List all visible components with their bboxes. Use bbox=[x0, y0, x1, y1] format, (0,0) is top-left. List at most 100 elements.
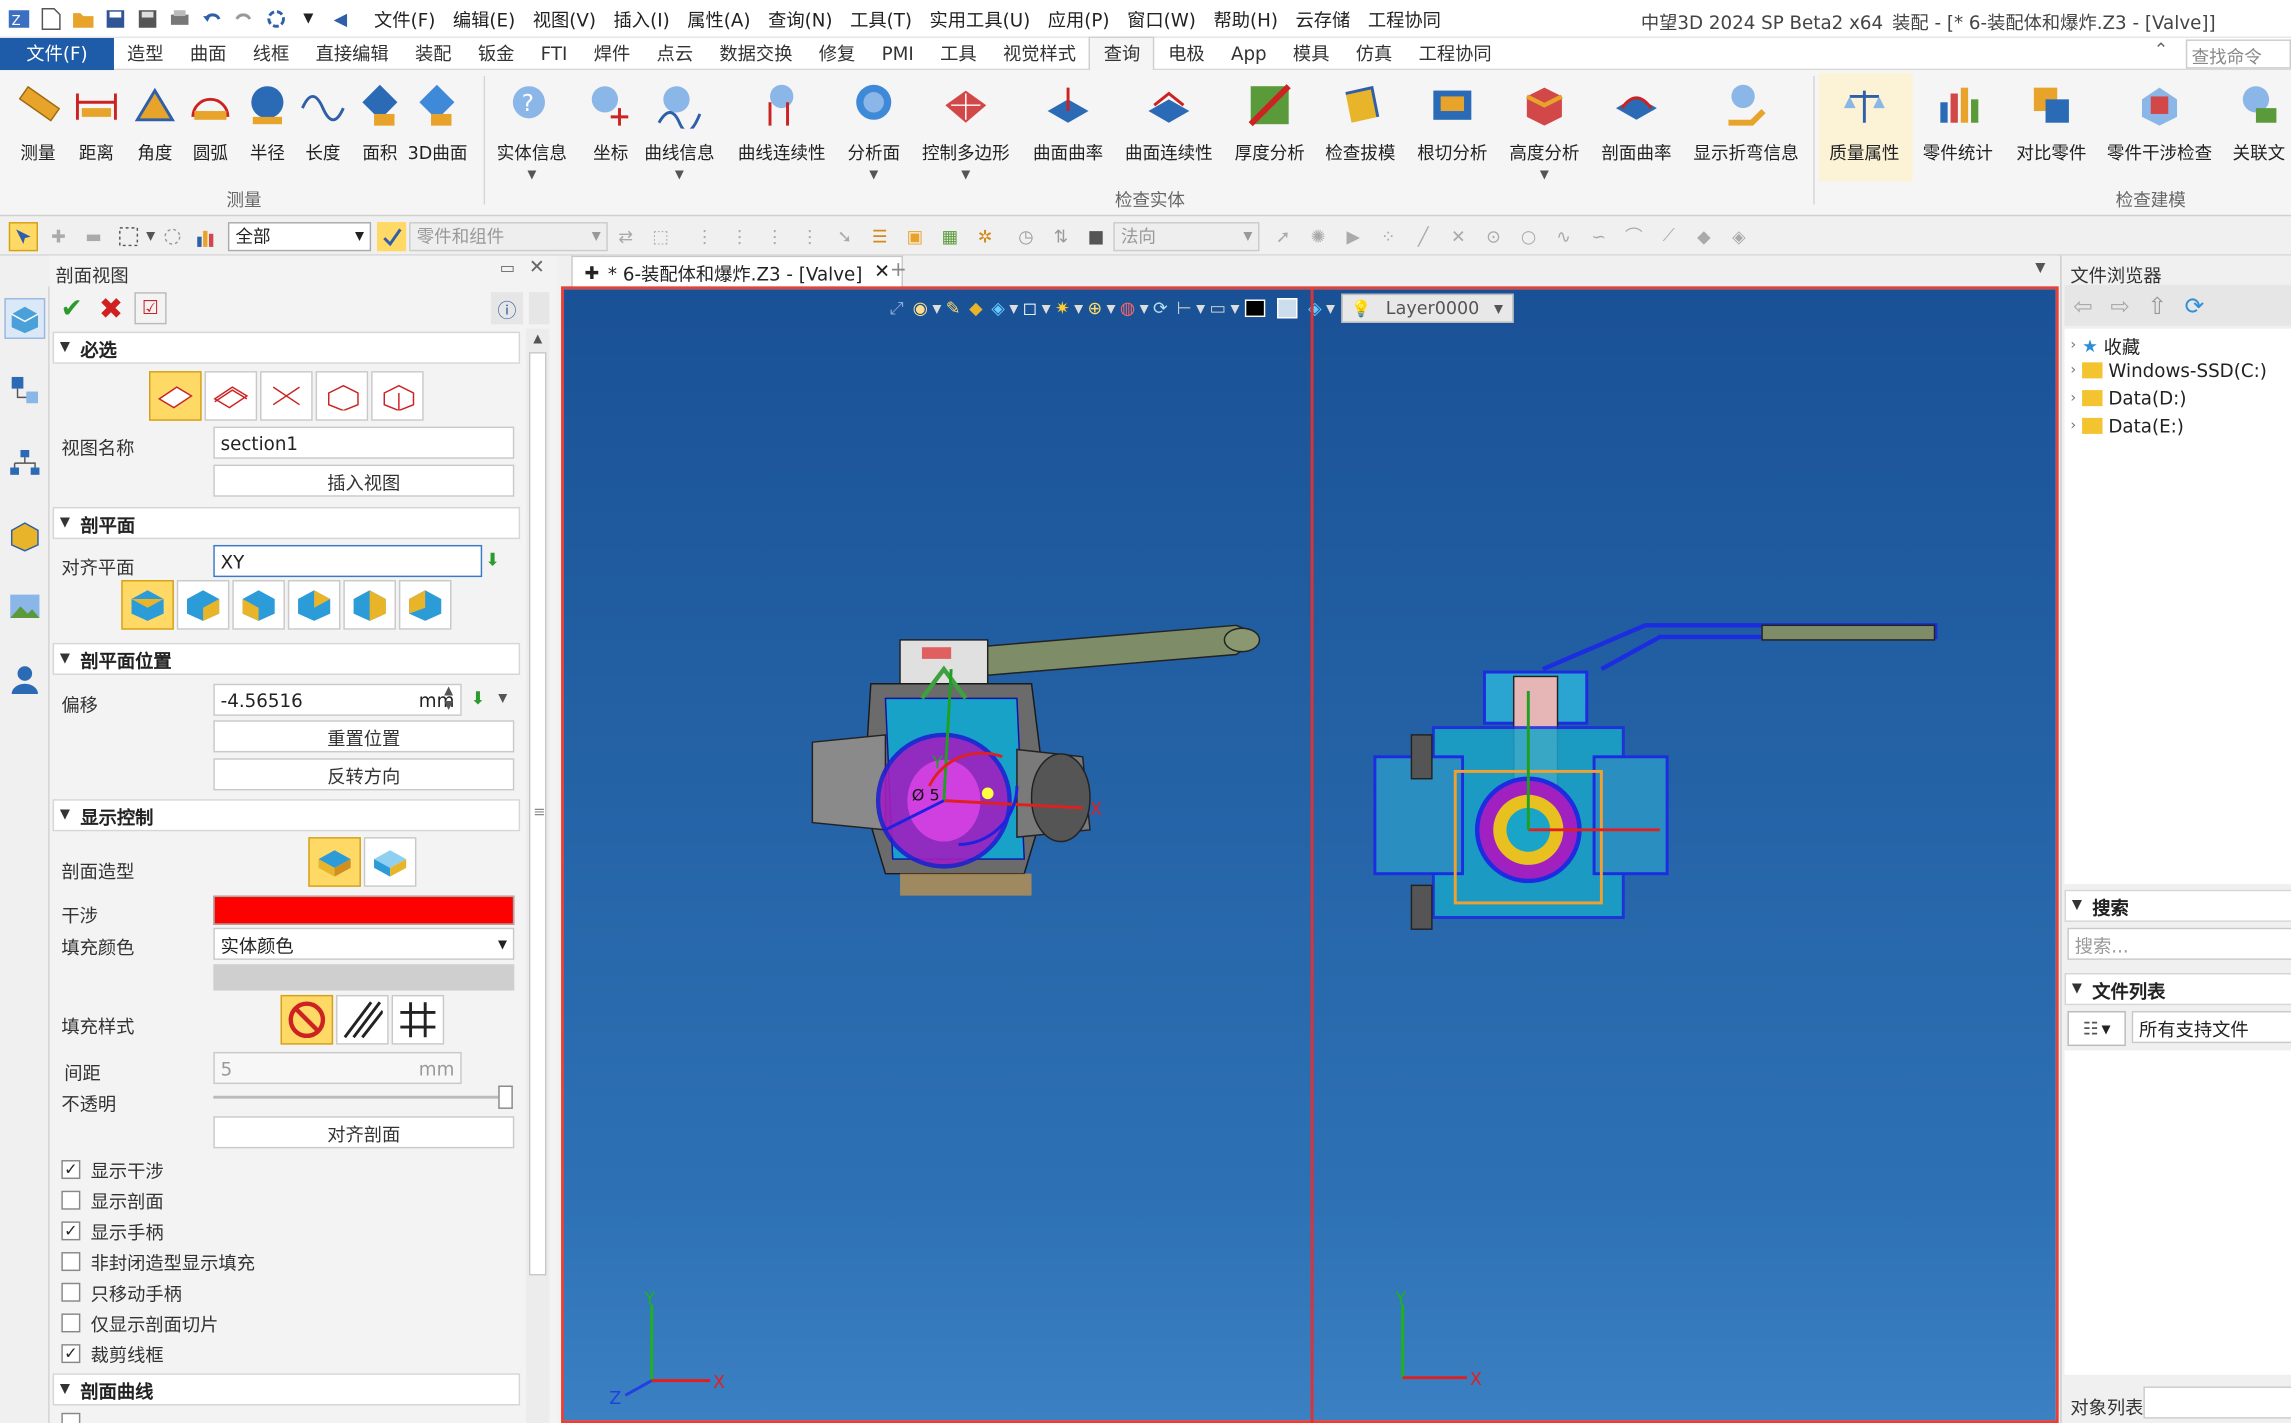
refresh-icon[interactable]: ⟳ bbox=[2185, 291, 2205, 319]
coordinate-button[interactable]: 坐标 bbox=[584, 76, 637, 199]
gear-cube-icon[interactable]: ✲ bbox=[970, 221, 999, 250]
stop-icon[interactable]: ■ bbox=[1081, 221, 1110, 250]
file-search-input[interactable]: 搜索... bbox=[2067, 927, 2291, 960]
tree-item-drive-d[interactable]: › Data(D:) bbox=[2070, 387, 2186, 409]
toolbar-icon-a[interactable]: ⇄ bbox=[611, 221, 640, 250]
offset-dropdown-icon[interactable]: ▼ bbox=[498, 691, 507, 704]
tree-item-drive-e[interactable]: › Data(E:) bbox=[2070, 415, 2184, 437]
open-file-icon[interactable] bbox=[70, 5, 96, 31]
regen-icon[interactable] bbox=[263, 5, 289, 31]
snap-icon-5[interactable]: ╱ bbox=[1409, 221, 1438, 250]
required-section-header[interactable]: 必选 bbox=[52, 331, 521, 364]
snap-icon-1[interactable]: ➚ bbox=[1268, 221, 1297, 250]
ok-button[interactable]: ✔ bbox=[56, 292, 88, 324]
plane-neg-xy-icon[interactable] bbox=[287, 580, 341, 630]
scroll-up-icon[interactable]: ▲ bbox=[533, 332, 542, 345]
section-type-box-icon[interactable] bbox=[315, 371, 369, 421]
fill-style-none-icon[interactable] bbox=[280, 994, 334, 1045]
tree-item-favorites[interactable]: › ★ 收藏 bbox=[2070, 332, 2140, 360]
section-type-cross-icon[interactable] bbox=[260, 371, 313, 421]
snap-icon-6[interactable]: ✕ bbox=[1444, 221, 1473, 250]
tab-list-icon[interactable]: ▼ bbox=[2035, 262, 2045, 277]
plane-yz-icon[interactable] bbox=[176, 580, 230, 630]
analyze-face-button[interactable]: 分析面 ▼ bbox=[847, 76, 900, 199]
snap-icon-4[interactable]: ⁘ bbox=[1374, 221, 1403, 250]
view-mode-button[interactable]: ☷ ▼ bbox=[2067, 1011, 2126, 1047]
assembly-tree-icon[interactable] bbox=[9, 374, 41, 411]
snap-icon-3[interactable]: ▶ bbox=[1339, 221, 1368, 250]
plus-icon[interactable]: ✚ bbox=[44, 221, 73, 250]
toolbar-icon-c[interactable]: ⋮ bbox=[690, 221, 719, 250]
draft-check-button[interactable]: 检查拔模 bbox=[1325, 76, 1395, 199]
mass-properties-button[interactable]: 质量属性 bbox=[1829, 76, 1899, 199]
layer-select[interactable]: 💡 Layer0000 ▼ bbox=[1340, 293, 1514, 323]
radius-button[interactable]: 半径 bbox=[241, 76, 294, 199]
snap-icon-12[interactable]: ⟋ bbox=[1654, 221, 1683, 250]
search-section-header[interactable]: 搜索 bbox=[2064, 889, 2291, 922]
menu-apps[interactable]: 应用(P) bbox=[1039, 4, 1118, 32]
interference-color-swatch[interactable] bbox=[213, 895, 515, 925]
snap-icon-11[interactable]: ⌒ bbox=[1619, 221, 1648, 250]
tab-pointcloud[interactable]: 点云 bbox=[643, 37, 706, 69]
file-list-header[interactable]: 文件列表 bbox=[2064, 973, 2291, 1006]
snap-icon-13[interactable]: ◆ bbox=[1689, 221, 1718, 250]
tab-electrode[interactable]: 电极 bbox=[1155, 37, 1218, 69]
command-search-input[interactable]: 查找命令 bbox=[2185, 39, 2291, 69]
zoom-icon[interactable]: ⊕ bbox=[1087, 298, 1102, 318]
section-shape-transparent-icon[interactable] bbox=[363, 837, 417, 887]
collapse-arrow-icon[interactable]: ◀ bbox=[327, 5, 353, 31]
3d-viewport[interactable]: ⤢ ◉ ▼ ✎ ◆ ◈ ▼ ◻ ▼ ✷ ▼ ⊕ ▼ ◍ ▼ ⟳ ⊢ ▼ ▭ ▼ ◈ ▼ 💡 Laye… bbox=[561, 286, 2059, 1423]
redo-icon[interactable] bbox=[231, 5, 257, 31]
valve-section-model-left[interactable]: X Y Ø 5 bbox=[798, 611, 1280, 918]
align-plane-input[interactable]: XY bbox=[213, 544, 483, 578]
control-polygon-button[interactable]: 控制多边形 ▼ bbox=[922, 76, 1010, 199]
customize-arrow-icon[interactable]: ▼ bbox=[295, 5, 321, 31]
tab-weldment[interactable]: 焊件 bbox=[581, 37, 644, 69]
arc-button[interactable]: 圆弧 bbox=[184, 76, 237, 199]
checkbox-show-interference[interactable]: ✓ 显示干涉 bbox=[61, 1156, 164, 1184]
curve-continuity-button[interactable]: 曲线连续性 bbox=[738, 76, 826, 199]
tab-file[interactable]: 文件(F) bbox=[0, 37, 114, 70]
refresh-view-icon[interactable]: ⟳ bbox=[1153, 298, 1168, 318]
undo-icon[interactable] bbox=[199, 5, 225, 31]
display-control-header[interactable]: 显示控制 bbox=[52, 799, 521, 832]
image-gallery-icon[interactable] bbox=[9, 590, 41, 627]
snap-icon-14[interactable]: ◈ bbox=[1724, 221, 1753, 250]
plane-zx-icon[interactable] bbox=[232, 580, 285, 630]
white-cube-icon[interactable]: ◻ bbox=[1023, 298, 1038, 318]
tab-modeling[interactable]: 造型 bbox=[114, 37, 177, 69]
user-icon[interactable] bbox=[9, 663, 41, 700]
tab-visual-style[interactable]: 视觉样式 bbox=[990, 37, 1089, 69]
save-all-icon[interactable] bbox=[134, 5, 160, 31]
lasso-icon[interactable] bbox=[158, 221, 187, 250]
toolbar-icon-e[interactable]: ⋮ bbox=[760, 221, 789, 250]
minus-icon[interactable]: ▬ bbox=[79, 221, 108, 250]
checkbox-show-handle[interactable]: ✓ 显示手柄 bbox=[61, 1217, 164, 1245]
fill-style-hatch-icon[interactable] bbox=[336, 994, 389, 1045]
tab-repair[interactable]: 修复 bbox=[806, 37, 869, 69]
menu-query[interactable]: 查询(N) bbox=[759, 4, 841, 32]
snap-icon-9[interactable]: ∿ bbox=[1549, 221, 1578, 250]
tab-data-exchange[interactable]: 数据交换 bbox=[706, 37, 805, 69]
up-icon[interactable]: ⇧ bbox=[2148, 291, 2168, 319]
menu-utilities[interactable]: 实用工具(U) bbox=[921, 4, 1039, 32]
tab-sheetmetal[interactable]: 钣金 bbox=[465, 37, 528, 69]
info-button[interactable]: ⓘ bbox=[490, 292, 524, 325]
checkbox-show-section[interactable]: 显示剖面 bbox=[61, 1186, 164, 1214]
interference-check-button[interactable]: 零件干涉检查 bbox=[2107, 76, 2212, 199]
parts-filter-select[interactable]: 零件和组件 ▼ bbox=[409, 221, 609, 251]
menu-view[interactable]: 视图(V) bbox=[524, 4, 605, 32]
section-type-stepped-icon[interactable] bbox=[204, 371, 258, 421]
toolbar-icon-f[interactable]: ⋮ bbox=[795, 221, 824, 250]
area-button[interactable]: 面积 bbox=[354, 76, 407, 199]
toolbar-icon-d[interactable]: ⋮ bbox=[725, 221, 754, 250]
download-arrow-icon[interactable]: ⬇ bbox=[485, 549, 500, 569]
section-toggle-icon[interactable]: ◍ bbox=[1120, 298, 1135, 318]
section-curvature-button[interactable]: 剖面曲率 bbox=[1601, 76, 1672, 199]
thickness-analysis-button[interactable]: 厚度分析 bbox=[1235, 76, 1305, 199]
panel-close-icon[interactable]: ✕ bbox=[529, 257, 545, 279]
checkbox-partial[interactable] bbox=[61, 1412, 90, 1423]
tab-tools[interactable]: 工具 bbox=[927, 37, 990, 69]
checkbox-slice-only[interactable]: 仅显示剖面切片 bbox=[61, 1309, 218, 1337]
section-type-plane-icon[interactable] bbox=[149, 371, 202, 421]
